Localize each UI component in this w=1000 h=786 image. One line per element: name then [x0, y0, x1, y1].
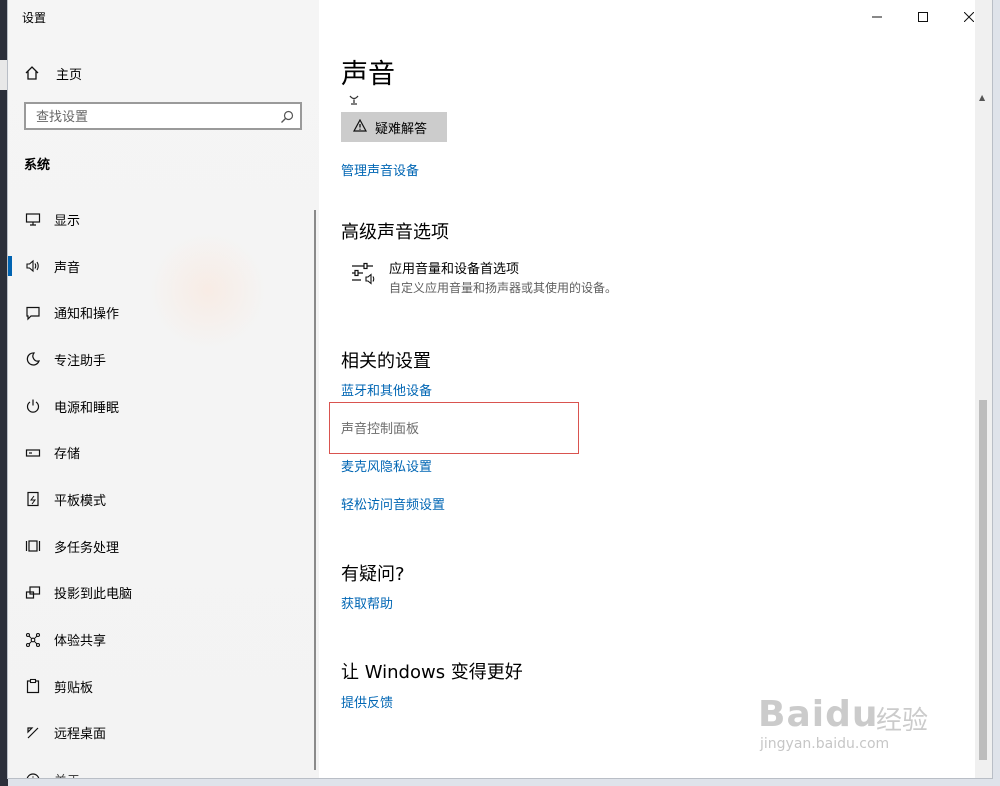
sidebar-item-clipboard[interactable]: 剪贴板 — [8, 663, 319, 710]
watermark-brand: Baidu — [758, 694, 879, 735]
maximize-button[interactable] — [900, 0, 946, 32]
watermark-url: jingyan.baidu.com — [760, 736, 890, 752]
sidebar-item-label: 多任务处理 — [54, 540, 120, 556]
sidebar-item-remote-desktop[interactable]: 远程桌面 — [8, 710, 319, 757]
tablet-icon — [24, 490, 42, 508]
sidebar-item-focus-assist[interactable]: 专注助手 — [8, 336, 319, 383]
sidebar-item-multitasking[interactable]: 多任务处理 — [8, 523, 319, 570]
maximize-icon — [918, 7, 928, 26]
power-icon — [24, 397, 42, 415]
sidebar-item-power-sleep[interactable]: 电源和睡眠 — [8, 383, 319, 430]
sidebar-item-label: 专注助手 — [54, 353, 107, 369]
sidebar-item-storage[interactable]: 存储 — [8, 429, 319, 476]
sidebar-item-project[interactable]: 投影到此电脑 — [8, 570, 319, 617]
sidebar-item-label: 远程桌面 — [54, 727, 107, 743]
window-title: 设置 — [22, 11, 47, 25]
sidebar-item-label: 声音 — [54, 260, 81, 276]
home-label: 主页 — [56, 67, 83, 83]
sidebar-item-sound[interactable]: 声音 — [8, 243, 319, 290]
troubleshoot-label: 疑难解答 — [375, 121, 428, 137]
clipboard-icon — [24, 677, 42, 695]
sidebar-item-label: 体验共享 — [54, 634, 107, 650]
app-volume-title: 应用音量和设备首选项 — [389, 262, 520, 277]
microphone-privacy-link[interactable]: 麦克风隐私设置 — [341, 456, 432, 475]
manage-sound-devices-link[interactable]: 管理声音设备 — [341, 160, 419, 179]
remote-desktop-icon — [24, 724, 42, 742]
minimize-icon — [872, 7, 882, 26]
minimize-button[interactable] — [854, 0, 900, 32]
highlight-box — [329, 402, 579, 454]
bluetooth-devices-link[interactable]: 蓝牙和其他设备 — [341, 380, 432, 399]
search-input[interactable] — [34, 107, 278, 127]
sidebar-item-display[interactable]: 显示 — [8, 196, 319, 243]
sidebar-item-label: 电源和睡眠 — [54, 400, 120, 416]
window-controls — [854, 0, 992, 32]
microphone-icon — [347, 90, 361, 109]
advanced-sound-heading: 高级声音选项 — [341, 222, 449, 243]
sidebar-item-about[interactable]: 关于 — [8, 756, 319, 778]
sidebar-item-label: 剪贴板 — [54, 680, 94, 696]
sidebar-item-label: 存储 — [54, 447, 81, 463]
scroll-up-icon[interactable]: ▲ — [979, 93, 985, 102]
home-nav-item[interactable]: 主页 — [22, 60, 82, 86]
close-icon — [963, 7, 975, 26]
get-help-link[interactable]: 获取帮助 — [341, 593, 393, 612]
multitask-icon — [24, 537, 42, 555]
related-settings-heading: 相关的设置 — [341, 351, 431, 372]
sidebar-scrollbar[interactable] — [314, 210, 316, 770]
warning-icon — [352, 118, 368, 136]
page-title: 声音 — [341, 59, 395, 90]
moon-icon — [24, 350, 42, 368]
scrollbar-thumb[interactable] — [979, 400, 987, 760]
active-indicator — [8, 255, 12, 276]
watermark-cn: 经验 — [876, 706, 929, 736]
search-box[interactable] — [24, 102, 302, 130]
desktop-background — [0, 0, 8, 786]
sidebar-nav: 显示 声音 通知和操作 专注助手 电源和睡眠 存储 平板模式 多任务处理 投影到… — [8, 196, 319, 778]
app-volume-preferences-item[interactable]: 应用音量和设备首选项 自定义应用音量和扬声器或其使用的设备。 — [349, 258, 617, 296]
ease-of-access-audio-link[interactable]: 轻松访问音频设置 — [341, 494, 445, 513]
storage-icon — [24, 444, 42, 462]
settings-window: 设置 主页 系统 显示 — [8, 0, 992, 778]
project-icon — [24, 584, 42, 602]
share-icon — [24, 631, 42, 649]
sidebar-item-label: 平板模式 — [54, 493, 107, 509]
sidebar-item-tablet-mode[interactable]: 平板模式 — [8, 476, 319, 523]
sidebar-item-shared-experiences[interactable]: 体验共享 — [8, 616, 319, 663]
mixer-sliders-icon — [349, 258, 377, 286]
sidebar-item-label: 通知和操作 — [54, 307, 120, 323]
sidebar-item-label: 投影到此电脑 — [54, 587, 133, 603]
speaker-icon — [24, 257, 42, 275]
sidebar-item-notifications[interactable]: 通知和操作 — [8, 289, 319, 336]
sidebar-item-label: 关于 — [54, 770, 80, 778]
app-volume-description: 自定义应用音量和扬声器或其使用的设备。 — [389, 281, 618, 295]
home-icon — [22, 63, 42, 83]
monitor-icon — [24, 210, 42, 228]
info-icon — [24, 771, 42, 778]
give-feedback-link[interactable]: 提供反馈 — [341, 692, 393, 711]
troubleshoot-button[interactable]: 疑难解答 — [341, 112, 447, 142]
baidu-watermark: Baidu 经验 jingyan.baidu.com — [758, 680, 948, 760]
sidebar-section-title: 系统 — [24, 158, 51, 173]
feedback-heading: 让 Windows 变得更好 — [341, 662, 523, 683]
sidebar: 设置 主页 系统 显示 — [8, 0, 319, 778]
main-content: 声音 疑难解答 管理声音设备 高级声音选项 应用音量和设备首选项 自定义应用音量… — [319, 0, 979, 778]
search-icon[interactable] — [280, 109, 294, 123]
main-scrollbar[interactable]: ▲ — [975, 0, 992, 778]
question-heading: 有疑问? — [341, 564, 405, 585]
sidebar-item-label: 显示 — [54, 213, 81, 229]
message-icon — [24, 304, 42, 322]
desktop-background-strip — [0, 60, 8, 90]
